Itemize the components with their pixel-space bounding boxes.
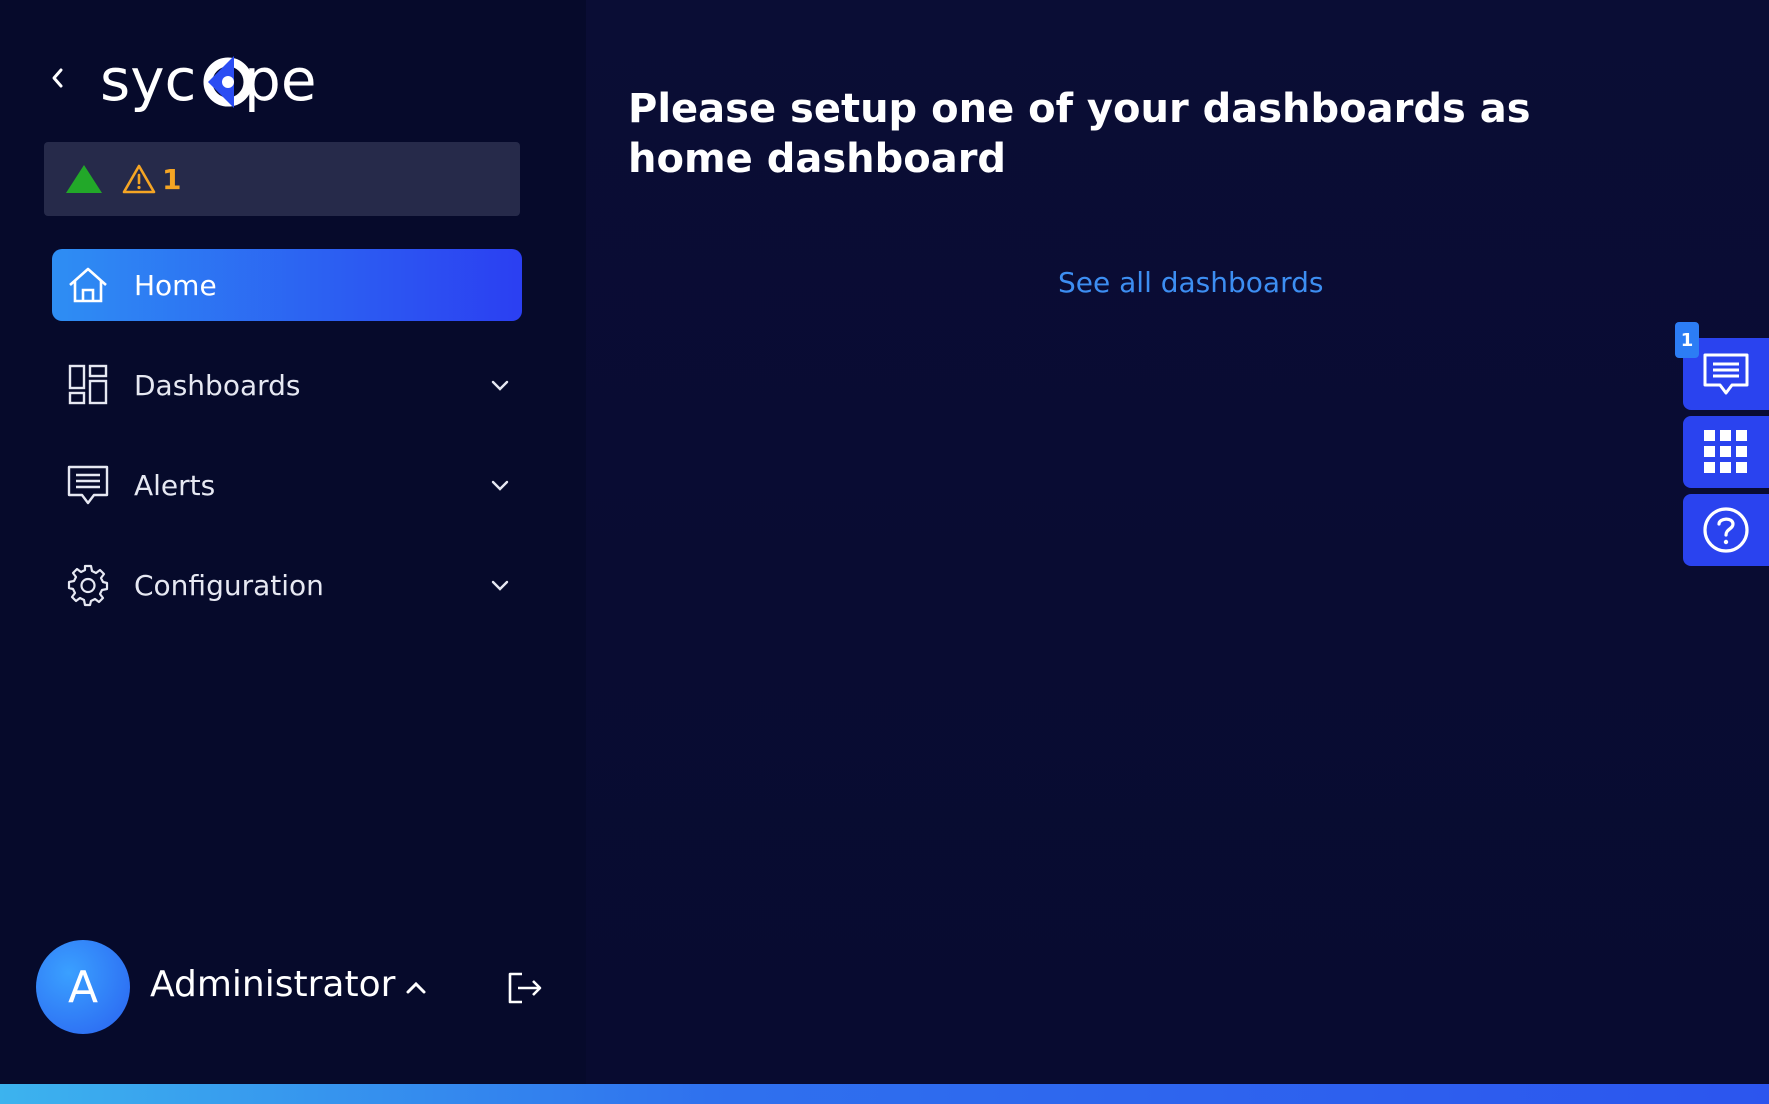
svg-text:pe: pe (244, 46, 317, 114)
chevron-down-icon (491, 380, 509, 391)
nav-item-alerts[interactable]: Alerts (52, 449, 522, 521)
warning-icon (122, 164, 156, 194)
chevron-left-icon (52, 68, 63, 88)
nav-item-label: Alerts (134, 468, 216, 502)
chat-icon (1703, 353, 1749, 395)
main-content: Please setup one of your dashboards as h… (586, 0, 1769, 1084)
user-menu: A Administrator (36, 940, 556, 1034)
main-navigation: Home Dashboards Alerts Configuration (52, 249, 522, 649)
nav-item-label: Configuration (134, 568, 324, 602)
side-toolbar: 1 (1675, 322, 1769, 572)
apps-button[interactable] (1683, 416, 1769, 488)
home-icon (66, 263, 110, 307)
help-button[interactable] (1683, 494, 1769, 566)
user-name[interactable]: Administrator (150, 964, 395, 1005)
status-ok-icon (66, 165, 102, 193)
nav-item-configuration[interactable]: Configuration (52, 549, 522, 621)
sidebar: syc pe 1 Home Dashboards Alerts Configur… (0, 0, 586, 1084)
svg-text:syc: syc (100, 46, 196, 114)
logout-icon[interactable] (504, 968, 544, 1008)
nav-item-dashboards[interactable]: Dashboards (52, 349, 522, 421)
warning-count: 1 (162, 162, 182, 196)
chevron-down-icon (491, 480, 509, 491)
avatar[interactable]: A (36, 940, 130, 1034)
chevron-up-icon[interactable] (402, 974, 430, 1002)
nav-item-label: Home (134, 268, 217, 302)
app-window: syc pe 1 Home Dashboards Alerts Configur… (0, 0, 1769, 1104)
warning-indicator[interactable]: 1 (122, 163, 181, 196)
grid-icon (1704, 430, 1747, 473)
sycope-logo: syc pe (100, 44, 340, 114)
system-status-bar[interactable]: 1 (44, 142, 520, 216)
nav-item-home[interactable]: Home (52, 249, 522, 321)
alerts-icon (66, 463, 110, 507)
notifications-badge: 1 (1675, 322, 1699, 358)
chevron-down-icon (491, 580, 509, 591)
see-all-dashboards-link[interactable]: See all dashboards (1058, 266, 1323, 299)
bottom-accent-bar (0, 1084, 1769, 1104)
collapse-sidebar-button[interactable] (42, 60, 72, 96)
nav-item-label: Dashboards (134, 368, 301, 402)
dashboards-icon (66, 363, 110, 407)
gear-icon (66, 563, 110, 607)
help-icon (1703, 507, 1749, 553)
page-title: Please setup one of your dashboards as h… (628, 86, 1531, 182)
notifications-button[interactable]: 1 (1675, 322, 1769, 410)
